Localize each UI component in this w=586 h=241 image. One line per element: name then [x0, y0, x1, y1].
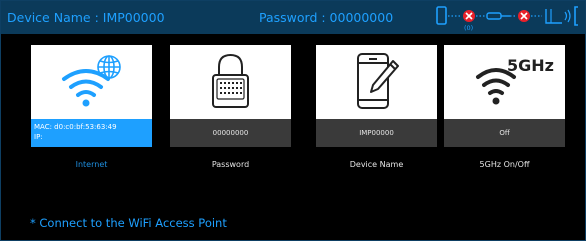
device-name-value: IMP00000 — [316, 119, 437, 147]
password-value: 00000000 — [170, 119, 291, 147]
5ghz-label: 5GHz On/Off — [479, 160, 530, 169]
device-name-label: Device Name — [349, 160, 404, 169]
router-icon — [545, 6, 578, 26]
5ghz-value: Off — [444, 119, 565, 147]
connection-status: (0) — [432, 1, 585, 34]
app-window: Device Name : IMP00000 Password : 000000… — [0, 0, 586, 241]
wifi-globe-icon — [31, 49, 152, 117]
phone-edit-icon — [316, 49, 437, 117]
connection-error-icon — [463, 10, 475, 22]
error-count: (0) — [464, 24, 473, 32]
password-card[interactable]: 00000000 — [170, 45, 291, 147]
internet-card[interactable]: MAC: d0:c0:bf:53:63:49 IP: — [31, 45, 152, 147]
password-label: Password — [211, 160, 250, 169]
connection-error-icon — [518, 10, 530, 22]
device-name-header: Device Name : IMP00000 — [7, 10, 165, 25]
internet-label: Internet — [75, 160, 108, 169]
5ghz-card[interactable]: 5GHz Off — [444, 45, 565, 147]
device-name-card[interactable]: IMP00000 — [316, 45, 437, 147]
cable-icon — [486, 12, 510, 20]
footer-note: * Connect to the WiFi Access Point — [30, 216, 227, 230]
internet-info: MAC: d0:c0:bf:53:63:49 IP: — [31, 119, 152, 147]
wifi-5ghz-icon: 5GHz — [444, 49, 565, 117]
padlock-icon — [170, 49, 291, 117]
password-header: Password : 00000000 — [259, 10, 394, 25]
5ghz-icon-text: 5GHz — [507, 56, 554, 75]
ip-address: IP: — [34, 133, 43, 141]
title-bar: Device Name : IMP00000 Password : 000000… — [1, 1, 585, 34]
mac-address: MAC: d0:c0:bf:53:63:49 — [34, 123, 117, 131]
phone-icon — [436, 6, 447, 25]
